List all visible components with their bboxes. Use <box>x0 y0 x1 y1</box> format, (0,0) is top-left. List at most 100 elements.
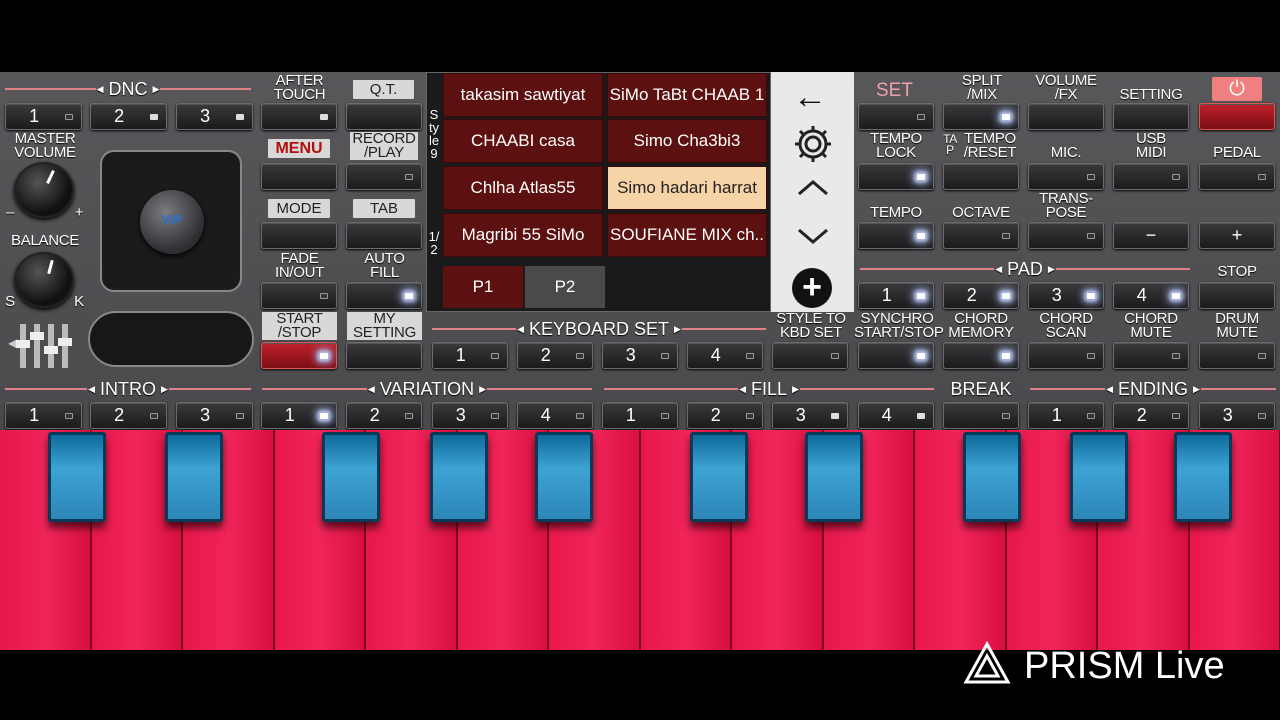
black-key[interactable] <box>963 432 1021 522</box>
tempo-lock-button[interactable] <box>858 163 934 190</box>
ending-2-button[interactable]: 2 <box>1113 402 1189 429</box>
dnc-1-button[interactable]: 1 <box>5 103 82 130</box>
variation-2-button[interactable]: 2 <box>346 402 422 429</box>
gear-icon[interactable] <box>791 122 835 166</box>
master-volume-knob[interactable] <box>14 162 74 218</box>
variation-1-button[interactable]: 1 <box>261 402 337 429</box>
chord-memory-button[interactable] <box>943 342 1019 369</box>
pad-1-button[interactable]: 1 <box>858 282 934 309</box>
black-key[interactable] <box>165 432 223 522</box>
ending-1-button[interactable]: 1 <box>1028 402 1104 429</box>
after-touch-button[interactable] <box>261 103 337 130</box>
record-play-button[interactable] <box>346 163 422 190</box>
pad-4-button[interactable]: 4 <box>1113 282 1189 309</box>
plus-button[interactable]: + <box>1199 222 1275 249</box>
tab-button[interactable] <box>346 222 422 249</box>
balance-knob[interactable] <box>14 252 74 308</box>
add-style-icon[interactable]: + <box>792 268 832 308</box>
page-tab-p2[interactable]: P2 <box>525 266 605 308</box>
black-key[interactable] <box>690 432 748 522</box>
pad-3-button[interactable]: 3 <box>1028 282 1104 309</box>
intro-3-button[interactable]: 3 <box>176 402 253 429</box>
fill-2-button[interactable]: 2 <box>687 402 763 429</box>
setting-button[interactable] <box>1113 103 1189 130</box>
my-setting-button[interactable] <box>346 342 422 369</box>
qt-button[interactable] <box>346 103 422 130</box>
touch-pad[interactable]: VIP <box>100 150 242 292</box>
qt-label: Q.T. <box>353 80 414 99</box>
fill-1-button[interactable]: 1 <box>602 402 678 429</box>
chord-mute-button[interactable] <box>1113 342 1189 369</box>
mode-button[interactable] <box>261 222 337 249</box>
style-page-indicator: 1/2 <box>428 229 440 257</box>
page-tab-p1[interactable]: P1 <box>443 266 523 308</box>
mic-label: MIC. <box>1050 144 1082 161</box>
octave-button[interactable] <box>943 222 1019 249</box>
chord-mute-label: CHORD MUTE <box>1124 310 1178 341</box>
style-to-kbd-button[interactable] <box>772 342 848 369</box>
mic-button[interactable] <box>1028 163 1104 190</box>
pad-section-header: ◀ PAD ▶ <box>860 259 1190 279</box>
split-mix-button[interactable] <box>943 103 1019 130</box>
power-button[interactable] <box>1199 103 1275 130</box>
fill-4-button[interactable]: 4 <box>858 402 934 429</box>
start-stop-button[interactable] <box>261 342 337 369</box>
dnc-3-button[interactable]: 3 <box>176 103 253 130</box>
set-button[interactable] <box>858 103 934 130</box>
black-key[interactable] <box>48 432 106 522</box>
dnc-2-button[interactable]: 2 <box>90 103 167 130</box>
mixer-sliders-icon[interactable]: ◀ <box>8 322 78 370</box>
balance-s-label: S <box>5 293 15 310</box>
kbd-set-3-button[interactable]: 3 <box>602 342 678 369</box>
pedal-button[interactable] <box>1199 163 1275 190</box>
volume-fx-button[interactable] <box>1028 103 1104 130</box>
black-key[interactable] <box>322 432 380 522</box>
chord-scan-button[interactable] <box>1028 342 1104 369</box>
style-item[interactable]: takasim sawtiyat <box>443 73 603 117</box>
style-item[interactable]: SOUFIANE MIX ch.. <box>607 213 767 257</box>
black-key[interactable] <box>1174 432 1232 522</box>
chevron-down-icon[interactable] <box>795 224 831 253</box>
auto-fill-button[interactable] <box>346 282 422 309</box>
kbd-set-2-button[interactable]: 2 <box>517 342 593 369</box>
fade-label: FADE IN/OUT <box>274 250 325 281</box>
minus-button[interactable]: − <box>1113 222 1189 249</box>
usb-midi-button[interactable] <box>1113 163 1189 190</box>
tempo-button[interactable] <box>858 222 934 249</box>
style-item[interactable]: Simo hadari harrat <box>607 166 767 210</box>
chevron-up-icon[interactable] <box>795 176 831 205</box>
tempo-reset-label: TEMPO /RESET <box>963 130 1017 161</box>
black-key[interactable] <box>805 432 863 522</box>
chord-memory-label: CHORD MEMORY <box>948 310 1014 341</box>
black-key[interactable] <box>430 432 488 522</box>
vip-joystick[interactable]: VIP <box>140 190 204 254</box>
style-item[interactable]: CHAABI casa <box>443 119 603 163</box>
transpose-button[interactable] <box>1028 222 1104 249</box>
intro-1-button[interactable]: 1 <box>5 402 82 429</box>
variation-3-button[interactable]: 3 <box>432 402 508 429</box>
fill-3-button[interactable]: 3 <box>772 402 848 429</box>
kbd-set-4-button[interactable]: 4 <box>687 342 763 369</box>
fade-button[interactable] <box>261 282 337 309</box>
style-item[interactable]: Magribi 55 SiMo <box>443 213 603 257</box>
black-key[interactable] <box>535 432 593 522</box>
style-item[interactable]: Chlha Atlas55 <box>443 166 603 210</box>
drum-mute-button[interactable] <box>1199 342 1275 369</box>
style-bank-indicator: Style 9 <box>428 107 440 161</box>
break-button[interactable] <box>943 402 1019 429</box>
vip-logo: VIP <box>161 212 183 227</box>
black-key[interactable] <box>1070 432 1128 522</box>
style-item[interactable]: Simo Cha3bi3 <box>607 119 767 163</box>
menu-button[interactable] <box>261 163 337 190</box>
master-volume-label: MASTER VOLUME <box>14 130 76 161</box>
style-item[interactable]: SiMo TaBt CHAAB 1 <box>607 73 767 117</box>
intro-2-button[interactable]: 2 <box>90 402 167 429</box>
variation-4-button[interactable]: 4 <box>517 402 593 429</box>
back-arrow-icon[interactable]: ← <box>793 78 827 117</box>
pad-stop-button[interactable] <box>1199 282 1275 309</box>
pad-2-button[interactable]: 2 <box>943 282 1019 309</box>
kbd-set-1-button[interactable]: 1 <box>432 342 508 369</box>
ending-3-button[interactable]: 3 <box>1199 402 1275 429</box>
tap-tempo-button[interactable] <box>943 163 1019 190</box>
synchro-button[interactable] <box>858 342 934 369</box>
